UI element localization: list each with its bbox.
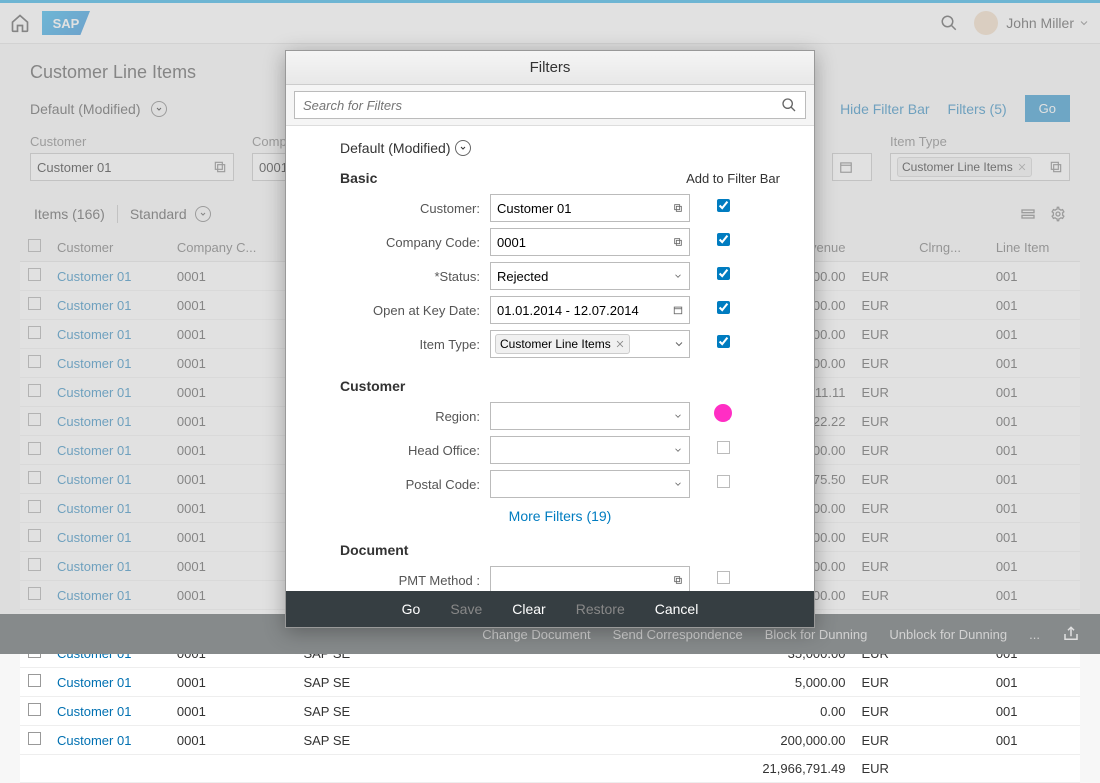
cell-company-code: 0001	[169, 697, 296, 726]
cell-revenue: 200,000.00	[722, 726, 853, 755]
company-code-field[interactable]	[497, 235, 673, 250]
cell-currency: EUR	[853, 697, 911, 726]
cell-customer[interactable]: Customer 01	[49, 697, 169, 726]
row-checkbox[interactable]	[28, 703, 41, 716]
region-label: Region:	[340, 409, 480, 424]
cell-company-name: SAP SE	[295, 668, 422, 697]
pmt-method-label: PMT Method :	[340, 573, 480, 588]
table-row[interactable]: Customer 01 0001 SAP SE 5,000.00 EUR 001	[20, 668, 1080, 697]
cell-currency: EUR	[853, 668, 911, 697]
section-basic: Basic	[340, 170, 377, 186]
cell-total-revenue: 21,966,791.49	[722, 755, 853, 783]
cell-company-code: 0001	[169, 668, 296, 697]
cell-revenue: 5,000.00	[722, 668, 853, 697]
row-checkbox[interactable]	[28, 674, 41, 687]
section-customer: Customer	[340, 378, 405, 394]
headoffice-label: Head Office:	[340, 443, 480, 458]
pmt-in-bar-checkbox[interactable]	[717, 571, 730, 584]
status-label: *Status:	[340, 269, 480, 284]
headoffice-field[interactable]	[497, 443, 673, 458]
value-help-icon[interactable]	[673, 235, 683, 249]
cell-company-name: SAP SE	[295, 726, 422, 755]
cell-customer[interactable]: Customer 01	[49, 668, 169, 697]
section-document: Document	[340, 542, 408, 558]
chevron-down-icon[interactable]	[673, 410, 683, 422]
cell-line-item: 001	[988, 668, 1080, 697]
table-total-row: 21,966,791.49 EUR	[20, 755, 1080, 783]
dialog-restore-button[interactable]: Restore	[576, 601, 625, 617]
cell-customer[interactable]: Customer 01	[49, 726, 169, 755]
cell-company-code: 0001	[169, 726, 296, 755]
customer-label: Customer:	[340, 201, 480, 216]
dialog-footer: Go Save Clear Restore Cancel	[286, 591, 814, 627]
customer-in-bar-checkbox[interactable]	[717, 199, 730, 212]
cell-company-name: SAP SE	[295, 697, 422, 726]
customer-field[interactable]	[497, 201, 673, 216]
table-row[interactable]: Customer 01 0001 SAP SE 0.00 EUR 001	[20, 697, 1080, 726]
chevron-down-icon[interactable]	[673, 478, 683, 490]
status-in-bar-checkbox[interactable]	[717, 267, 730, 280]
cursor-indicator	[714, 404, 732, 422]
cell-line-item: 001	[988, 726, 1080, 755]
row-checkbox[interactable]	[28, 732, 41, 745]
value-help-icon[interactable]	[673, 201, 683, 215]
cell-currency: EUR	[853, 755, 911, 783]
postal-label: Postal Code:	[340, 477, 480, 492]
itemtype-label: Item Type:	[340, 337, 480, 352]
chevron-down-icon[interactable]	[673, 444, 683, 456]
token-remove-icon[interactable]	[615, 339, 625, 349]
status-field[interactable]	[497, 269, 673, 284]
itemtype-in-bar-checkbox[interactable]	[717, 335, 730, 348]
region-field[interactable]	[497, 409, 673, 424]
pmt-method-field[interactable]	[497, 573, 673, 588]
filter-search-input[interactable]	[303, 98, 781, 113]
more-filters-link[interactable]: More Filters (19)	[509, 508, 612, 524]
dialog-clear-button[interactable]: Clear	[512, 601, 545, 617]
dialog-cancel-button[interactable]: Cancel	[655, 601, 699, 617]
token-item[interactable]: Customer Line Items	[495, 334, 630, 354]
chevron-down-icon[interactable]	[673, 270, 683, 282]
search-icon[interactable]	[781, 97, 797, 113]
modal-overlay: Filters Default (Modified) Basic Add to …	[0, 0, 1100, 654]
keydate-in-bar-checkbox[interactable]	[717, 301, 730, 314]
keydate-label: Open at Key Date:	[340, 303, 480, 318]
cell-revenue: 0.00	[722, 697, 853, 726]
cell-line-item: 001	[988, 697, 1080, 726]
company-in-bar-checkbox[interactable]	[717, 233, 730, 246]
dialog-variant-menu-icon[interactable]	[455, 140, 471, 156]
dialog-header: Filters	[286, 51, 814, 85]
value-help-icon[interactable]	[673, 573, 683, 587]
chevron-down-icon[interactable]	[673, 338, 685, 350]
dialog-go-button[interactable]: Go	[402, 601, 421, 617]
table-row[interactable]: Customer 01 0001 SAP SE 200,000.00 EUR 0…	[20, 726, 1080, 755]
dialog-title: Filters	[286, 59, 814, 76]
postal-in-bar-checkbox[interactable]	[717, 475, 730, 488]
dialog-save-button[interactable]: Save	[450, 601, 482, 617]
filters-dialog: Filters Default (Modified) Basic Add to …	[285, 50, 815, 628]
headoffice-in-bar-checkbox[interactable]	[717, 441, 730, 454]
add-to-filter-bar-label: Add to Filter Bar	[686, 171, 780, 186]
calendar-icon[interactable]	[673, 303, 683, 317]
cell-currency: EUR	[853, 726, 911, 755]
dialog-variant[interactable]: Default (Modified)	[340, 140, 451, 156]
postal-field[interactable]	[497, 477, 673, 492]
company-code-label: Company Code:	[340, 235, 480, 250]
keydate-field[interactable]	[497, 303, 673, 318]
